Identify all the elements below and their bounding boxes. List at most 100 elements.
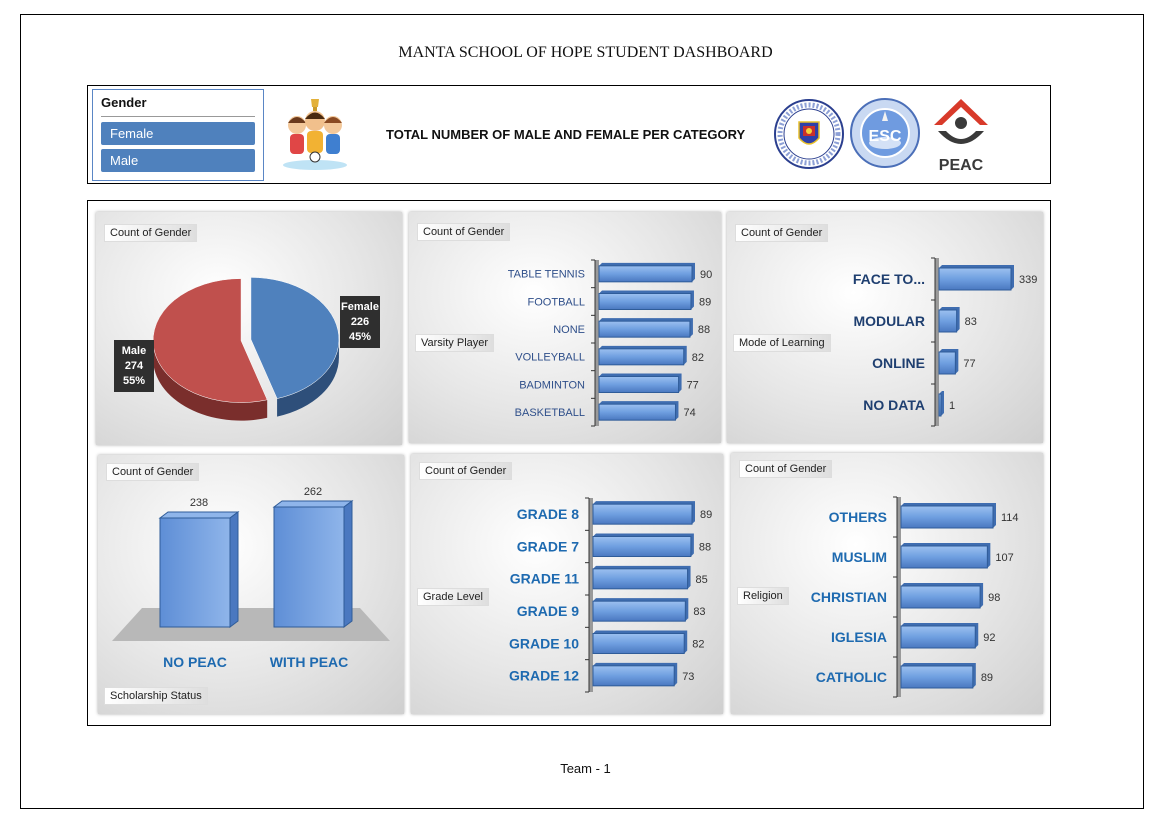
bar-catholic: [900, 665, 974, 689]
axis-wall: [589, 498, 593, 692]
category-label-badminton: BADMINTON: [519, 379, 585, 391]
value-label-muslim: 107: [995, 552, 1013, 564]
value-label-iglesia: 92: [983, 632, 995, 644]
gender-slicer: Gender Female Male: [92, 89, 264, 181]
bar-top-with-peac: [272, 500, 354, 508]
bar-side-with-peac: [343, 500, 353, 628]
value-label-online: 77: [963, 358, 975, 370]
category-label-basketball: BASKETBALL: [515, 407, 585, 419]
value-label-grade-10: 82: [692, 639, 704, 651]
bar-volleyball: [598, 348, 685, 366]
value-label-grade-9: 83: [693, 606, 705, 618]
axis-wall: [897, 497, 901, 697]
slicer-title: Gender: [101, 95, 147, 110]
bar-grade-7: [592, 536, 692, 557]
grade-bar-chart: GRADE 8 89 GRADE 7 88 GRADE 11 85 GRADE 9 83 GRA…: [509, 497, 712, 693]
category-label-no-peac: NO PEAC: [163, 654, 227, 670]
pie-label-name-female: Female: [341, 301, 379, 313]
esc-seal-logo: ESC: [850, 98, 920, 168]
category-label-iglesia: IGLESIA: [831, 629, 887, 645]
category-label-with-peac: WITH PEAC: [270, 654, 349, 670]
value-label-face-to: 339: [1019, 274, 1037, 286]
slicer-divider: [101, 116, 255, 117]
slicer-item-female[interactable]: Female: [101, 122, 255, 145]
bar-grade-10: [592, 633, 685, 654]
category-label-face-to: FACE TO...: [853, 271, 925, 287]
students-illustration: [283, 99, 347, 170]
value-label-grade-12: 73: [682, 671, 694, 683]
bar-face-to: [938, 267, 1012, 291]
value-label-grade-7: 88: [699, 542, 711, 554]
varsity-panel: Count of Gender Varsity Player TABLE TEN…: [409, 212, 721, 443]
value-label-grade-8: 89: [700, 509, 712, 521]
value-label-no-peac: 238: [190, 497, 208, 509]
bar-grade-12: [592, 665, 675, 687]
category-label-football: FOOTBALL: [528, 296, 585, 308]
category-label-none: NONE: [553, 324, 585, 336]
bar-grade-8: [592, 503, 693, 525]
value-label-modular: 83: [965, 316, 977, 328]
scholarship-bar-chart: 238 NO PEAC 262 WITH PEAC: [112, 486, 390, 670]
pie-label-name-male: Male: [122, 345, 146, 357]
category-label-grade-7: GRADE 7: [517, 538, 579, 554]
value-label-table-tennis: 90: [700, 269, 712, 281]
bar-iglesia: [900, 625, 976, 649]
value-label-volleyball: 82: [692, 352, 704, 364]
value-label-catholic: 89: [981, 672, 993, 684]
pie-label-value-female: 226: [351, 316, 369, 328]
bar-no-peac: [159, 517, 231, 628]
bar-badminton: [598, 376, 680, 393]
category-label-others: OTHERS: [829, 509, 887, 525]
pie-label-value-male: 274: [125, 360, 144, 372]
category-label-grade-12: GRADE 12: [509, 668, 579, 684]
value-label-none: 88: [698, 324, 710, 336]
value-label-football: 89: [699, 297, 711, 309]
footer: Team - 1: [560, 761, 611, 776]
header-text: TOTAL NUMBER OF MALE AND FEMALE PER CATE…: [386, 127, 746, 142]
gender-pie-chart: Female 226 45% Male 274 55%: [114, 277, 380, 421]
bar-muslim: [900, 545, 988, 569]
bar-football: [598, 293, 692, 310]
category-label-volleyball: VOLLEYBALL: [515, 352, 585, 364]
deped-seal-logo: [774, 99, 844, 169]
bar-others: [900, 505, 994, 529]
bar-top-no-peac: [158, 511, 240, 519]
category-label-modular: MODULAR: [853, 313, 925, 329]
value-label-no-data: 1: [949, 400, 955, 412]
value-label-grade-11: 85: [696, 574, 708, 586]
mode-panel: Count of Gender Mode of Learning FACE TO…: [727, 212, 1043, 443]
mode-bar-chart: FACE TO... 339 MODULAR 83 ONLINE 77 NO DATA 1: [853, 257, 1037, 427]
category-label-muslim: MUSLIM: [832, 549, 887, 565]
bar-side-no-peac: [229, 510, 239, 628]
category-label-no-data: NO DATA: [863, 397, 925, 413]
bar-modular: [938, 309, 958, 333]
scholarship-panel: Count of Gender Scholarship Status 238 NO…: [98, 455, 404, 714]
category-label-grade-8: GRADE 8: [517, 506, 579, 522]
bar-table-tennis: [598, 265, 693, 283]
peac-logo-text: PEAC: [939, 157, 984, 174]
religion-panel: Count of Gender Religion OTHERS 114 MUSLIM…: [731, 453, 1043, 714]
category-label-online: ONLINE: [872, 355, 925, 371]
bar-grade-9: [592, 600, 686, 622]
gender-pie-panel: Count of Gender Female 226 45% Male 274 55%: [96, 212, 402, 445]
category-label-christian: CHRISTIAN: [811, 589, 887, 605]
bar-no-data: [938, 393, 942, 417]
category-label-grade-11: GRADE 11: [510, 571, 579, 587]
axis-wall: [595, 260, 599, 426]
peac-logo: PEAC: [934, 99, 988, 174]
pie-label-percent-female: 45%: [349, 331, 371, 343]
value-label-others: 114: [1001, 512, 1019, 524]
bar-basketball: [598, 403, 676, 421]
slicer-item-male[interactable]: Male: [101, 149, 255, 172]
value-label-badminton: 77: [687, 380, 699, 392]
bar-grade-11: [592, 568, 689, 590]
religion-bar-chart: OTHERS 114 MUSLIM 107 CHRISTIAN 98 IGLESIA 92 CA…: [811, 496, 1019, 698]
value-label-christian: 98: [988, 592, 1000, 604]
category-label-table-tennis: TABLE TENNIS: [508, 269, 585, 281]
category-label-grade-10: GRADE 10: [509, 635, 579, 651]
page-title: MANTA SCHOOL OF HOPE STUDENT DASHBOARD: [398, 44, 773, 61]
bar-online: [938, 351, 956, 375]
grade-panel: Count of Gender Grade Level GRADE 8 89 GRA…: [411, 454, 723, 714]
pie-label-percent-male: 55%: [123, 375, 145, 387]
svg-text:ESC: ESC: [869, 128, 902, 145]
